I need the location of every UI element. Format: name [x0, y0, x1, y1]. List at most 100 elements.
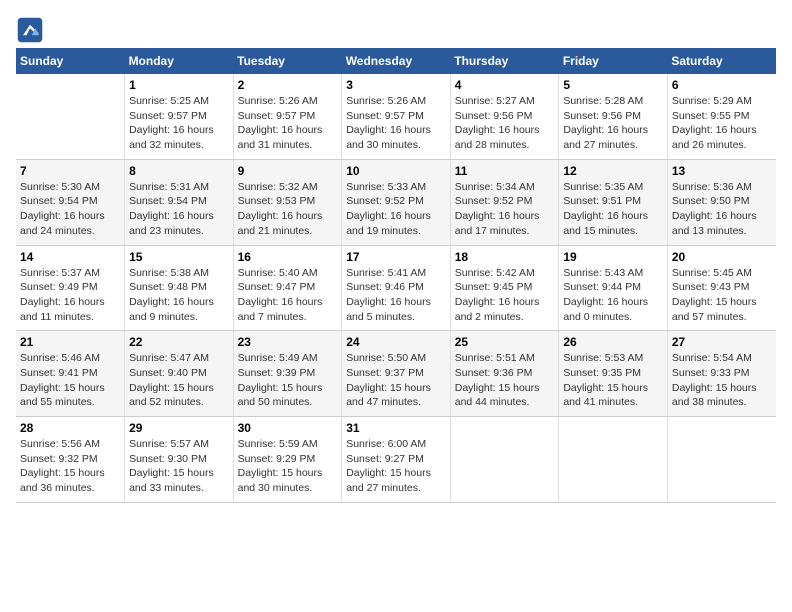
- day-number: 5: [563, 78, 663, 92]
- day-info: Sunrise: 5:25 AMSunset: 9:57 PMDaylight:…: [129, 94, 229, 153]
- weekday-header: Wednesday: [342, 48, 451, 74]
- day-info: Sunrise: 5:43 AMSunset: 9:44 PMDaylight:…: [563, 266, 663, 325]
- day-info: Sunrise: 5:56 AMSunset: 9:32 PMDaylight:…: [20, 437, 120, 496]
- calendar-cell: 25Sunrise: 5:51 AMSunset: 9:36 PMDayligh…: [450, 331, 559, 417]
- logo-icon: [16, 16, 44, 44]
- calendar-cell: 29 Sunrise: 5:57 AMSunset: 9:30 PMDayligh…: [125, 417, 234, 503]
- calendar-week-row: 21 Sunrise: 5:46 AMSunset: 9:41 PMDayligh…: [16, 331, 776, 417]
- calendar-cell: 18 Sunrise: 5:42 AMSunset: 9:45 PMDayligh…: [450, 245, 559, 331]
- calendar-cell: 21 Sunrise: 5:46 AMSunset: 9:41 PMDayligh…: [16, 331, 125, 417]
- day-info: Sunrise: 5:26 AMSunset: 9:57 PMDaylight:…: [238, 94, 338, 153]
- day-number: 8: [129, 164, 229, 178]
- day-info: Sunrise: 5:30 AMSunset: 9:54 PMDaylight:…: [20, 180, 120, 239]
- calendar-week-row: 1 Sunrise: 5:25 AMSunset: 9:57 PMDaylight…: [16, 74, 776, 159]
- calendar-cell: 17 Sunrise: 5:41 AMSunset: 9:46 PMDayligh…: [342, 245, 451, 331]
- day-number: 18: [455, 250, 555, 264]
- calendar-cell: 4 Sunrise: 5:27 AMSunset: 9:56 PMDaylight…: [450, 74, 559, 159]
- calendar-cell: [667, 417, 776, 503]
- day-number: 27: [672, 335, 772, 349]
- day-info: Sunrise: 5:38 AMSunset: 9:48 PMDaylight:…: [129, 266, 229, 325]
- day-info: Sunrise: 5:36 AMSunset: 9:50 PMDaylight:…: [672, 180, 772, 239]
- day-number: 28: [20, 421, 120, 435]
- day-info: Sunrise: 5:40 AMSunset: 9:47 PMDaylight:…: [238, 266, 338, 325]
- day-number: 10: [346, 164, 446, 178]
- calendar-week-row: 28 Sunrise: 5:56 AMSunset: 9:32 PMDayligh…: [16, 417, 776, 503]
- calendar-cell: 13 Sunrise: 5:36 AMSunset: 9:50 PMDayligh…: [667, 159, 776, 245]
- calendar-cell: [450, 417, 559, 503]
- calendar-week-row: 14 Sunrise: 5:37 AMSunset: 9:49 PMDayligh…: [16, 245, 776, 331]
- day-info: Sunrise: 5:47 AMSunset: 9:40 PMDaylight:…: [129, 351, 229, 410]
- calendar-cell: 6 Sunrise: 5:29 AMSunset: 9:55 PMDaylight…: [667, 74, 776, 159]
- day-number: 15: [129, 250, 229, 264]
- day-info: Sunrise: 5:31 AMSunset: 9:54 PMDaylight:…: [129, 180, 229, 239]
- day-number: 9: [238, 164, 338, 178]
- weekday-header: Friday: [559, 48, 668, 74]
- day-number: 4: [455, 78, 555, 92]
- calendar-cell: 14 Sunrise: 5:37 AMSunset: 9:49 PMDayligh…: [16, 245, 125, 331]
- day-info: Sunrise: 5:28 AMSunset: 9:56 PMDaylight:…: [563, 94, 663, 153]
- day-number: 16: [238, 250, 338, 264]
- calendar-cell: 27Sunrise: 5:54 AMSunset: 9:33 PMDayligh…: [667, 331, 776, 417]
- calendar-cell: 24Sunrise: 5:50 AMSunset: 9:37 PMDayligh…: [342, 331, 451, 417]
- weekday-header: Saturday: [667, 48, 776, 74]
- page-header: [16, 16, 776, 44]
- day-info: Sunrise: 5:49 AMSunset: 9:39 PMDaylight:…: [238, 351, 338, 410]
- day-info: Sunrise: 5:41 AMSunset: 9:46 PMDaylight:…: [346, 266, 446, 325]
- day-info: Sunrise: 5:42 AMSunset: 9:45 PMDaylight:…: [455, 266, 555, 325]
- day-number: 7: [20, 164, 120, 178]
- weekday-header: Tuesday: [233, 48, 342, 74]
- day-info: Sunrise: 5:37 AMSunset: 9:49 PMDaylight:…: [20, 266, 120, 325]
- day-info: Sunrise: 5:26 AMSunset: 9:57 PMDaylight:…: [346, 94, 446, 153]
- day-number: 17: [346, 250, 446, 264]
- day-number: 6: [672, 78, 772, 92]
- day-number: 12: [563, 164, 663, 178]
- day-number: 11: [455, 164, 555, 178]
- calendar-cell: [559, 417, 668, 503]
- day-number: 24: [346, 335, 446, 349]
- calendar-cell: 8 Sunrise: 5:31 AMSunset: 9:54 PMDaylight…: [125, 159, 234, 245]
- day-number: 14: [20, 250, 120, 264]
- day-info: Sunrise: 5:33 AMSunset: 9:52 PMDaylight:…: [346, 180, 446, 239]
- day-info: Sunrise: 5:35 AMSunset: 9:51 PMDaylight:…: [563, 180, 663, 239]
- day-number: 22: [129, 335, 229, 349]
- day-info: Sunrise: 5:27 AMSunset: 9:56 PMDaylight:…: [455, 94, 555, 153]
- calendar-cell: 23 Sunrise: 5:49 AMSunset: 9:39 PMDayligh…: [233, 331, 342, 417]
- calendar-cell: 30Sunrise: 5:59 AMSunset: 9:29 PMDayligh…: [233, 417, 342, 503]
- day-number: 23: [238, 335, 338, 349]
- day-info: Sunrise: 5:29 AMSunset: 9:55 PMDaylight:…: [672, 94, 772, 153]
- calendar-cell: 10 Sunrise: 5:33 AMSunset: 9:52 PMDayligh…: [342, 159, 451, 245]
- day-number: 13: [672, 164, 772, 178]
- day-info: Sunrise: 5:59 AMSunset: 9:29 PMDaylight:…: [238, 437, 338, 496]
- calendar-cell: 16 Sunrise: 5:40 AMSunset: 9:47 PMDayligh…: [233, 245, 342, 331]
- calendar-cell: 5 Sunrise: 5:28 AMSunset: 9:56 PMDaylight…: [559, 74, 668, 159]
- day-number: 31: [346, 421, 446, 435]
- calendar-table: SundayMondayTuesdayWednesdayThursdayFrid…: [16, 48, 776, 503]
- day-number: 21: [20, 335, 120, 349]
- day-number: 19: [563, 250, 663, 264]
- day-info: Sunrise: 5:45 AMSunset: 9:43 PMDaylight:…: [672, 266, 772, 325]
- day-number: 29: [129, 421, 229, 435]
- day-info: Sunrise: 6:00 AMSunset: 9:27 PMDaylight:…: [346, 437, 446, 496]
- day-info: Sunrise: 5:51 AMSunset: 9:36 PMDaylight:…: [455, 351, 555, 410]
- day-number: 2: [238, 78, 338, 92]
- day-number: 20: [672, 250, 772, 264]
- calendar-cell: 15 Sunrise: 5:38 AMSunset: 9:48 PMDayligh…: [125, 245, 234, 331]
- calendar-cell: 3Sunrise: 5:26 AMSunset: 9:57 PMDaylight…: [342, 74, 451, 159]
- calendar-cell: 1 Sunrise: 5:25 AMSunset: 9:57 PMDaylight…: [125, 74, 234, 159]
- calendar-header: SundayMondayTuesdayWednesdayThursdayFrid…: [16, 48, 776, 74]
- calendar-cell: 2 Sunrise: 5:26 AMSunset: 9:57 PMDaylight…: [233, 74, 342, 159]
- day-info: Sunrise: 5:32 AMSunset: 9:53 PMDaylight:…: [238, 180, 338, 239]
- weekday-header: Monday: [125, 48, 234, 74]
- calendar-cell: 12 Sunrise: 5:35 AMSunset: 9:51 PMDayligh…: [559, 159, 668, 245]
- calendar-cell: 28 Sunrise: 5:56 AMSunset: 9:32 PMDayligh…: [16, 417, 125, 503]
- calendar-cell: [16, 74, 125, 159]
- day-info: Sunrise: 5:46 AMSunset: 9:41 PMDaylight:…: [20, 351, 120, 410]
- day-number: 1: [129, 78, 229, 92]
- weekday-header: Thursday: [450, 48, 559, 74]
- day-info: Sunrise: 5:57 AMSunset: 9:30 PMDaylight:…: [129, 437, 229, 496]
- day-number: 26: [563, 335, 663, 349]
- weekday-header: Sunday: [16, 48, 125, 74]
- calendar-cell: 11Sunrise: 5:34 AMSunset: 9:52 PMDayligh…: [450, 159, 559, 245]
- calendar-cell: 9 Sunrise: 5:32 AMSunset: 9:53 PMDaylight…: [233, 159, 342, 245]
- calendar-cell: 31 Sunrise: 6:00 AMSunset: 9:27 PMDayligh…: [342, 417, 451, 503]
